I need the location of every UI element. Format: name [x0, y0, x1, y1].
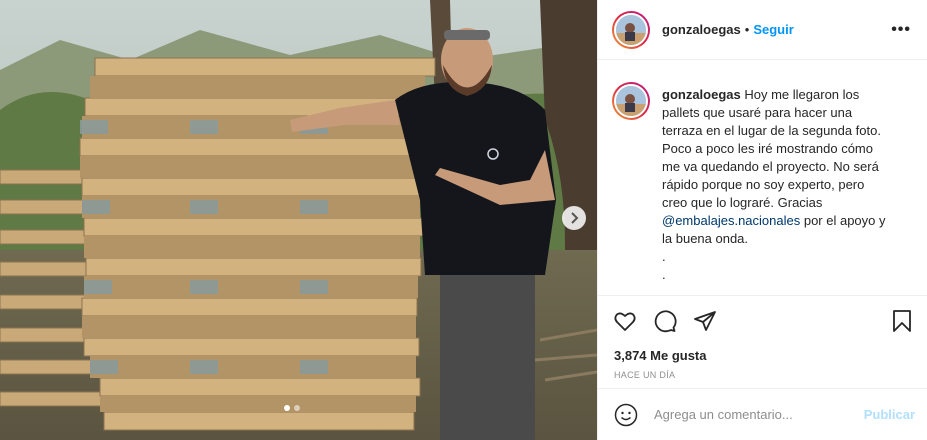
caption-line: Poco a poco les iré mostrando cómo [662, 141, 873, 156]
carousel-indicator [284, 405, 300, 411]
caption-line: Hoy me llegaron los [744, 87, 860, 102]
avatar-image [616, 86, 646, 116]
carousel-next-button[interactable] [562, 206, 586, 230]
post-caption: gonzaloegas Hoy me llegaron los pallets … [662, 86, 907, 295]
post-header: gonzaloegas • Seguir ••• [598, 0, 927, 60]
emoji-icon[interactable] [614, 403, 638, 427]
avatar-image [616, 14, 646, 45]
comment-input[interactable] [652, 406, 864, 423]
caption-line: rápido porque no soy experto, pero [662, 177, 865, 192]
publish-button[interactable]: Publicar [864, 407, 915, 422]
post-author-username[interactable]: gonzaloegas [662, 22, 741, 37]
caption-dot: . [662, 249, 666, 264]
carousel-dot [294, 405, 300, 411]
caption-line: creo que lo lograré. Gracias [662, 195, 823, 210]
caption-line: me va quedando el proyecto. No será [662, 159, 879, 174]
more-icon[interactable]: ••• [891, 21, 911, 39]
caption-line: pallets que usaré para hacer una [662, 105, 853, 120]
caption-dot: . [662, 267, 666, 282]
caption-mention-link[interactable]: @embalajes.nacionales [662, 213, 800, 228]
caption-line: terraza en el lugar de la segunda foto. [662, 123, 881, 138]
share-icon [694, 311, 716, 331]
caption-username[interactable]: gonzaloegas [662, 87, 741, 102]
likes-count[interactable]: 3,874 Me gusta [598, 346, 927, 366]
follow-button[interactable]: Seguir [753, 22, 793, 37]
post-side-panel: gonzaloegas • Seguir ••• gonzaloegas Hoy… [597, 0, 927, 440]
chevron-right-icon [571, 212, 579, 224]
share-button[interactable] [692, 308, 718, 334]
action-bar [598, 296, 927, 346]
bookmark-icon [893, 310, 911, 332]
separator-dot: • [744, 22, 750, 37]
heart-icon [614, 312, 636, 331]
comment-button[interactable] [652, 308, 678, 334]
like-button[interactable] [612, 308, 638, 334]
post-timestamp[interactable]: HACE UN DÍA [598, 366, 927, 388]
pallets-photo-illustration [0, 0, 597, 440]
avatar[interactable] [612, 82, 650, 120]
avatar[interactable] [612, 10, 650, 49]
caption-line: por el apoyo y [800, 213, 886, 228]
save-button[interactable] [889, 308, 915, 334]
caption-section: gonzaloegas Hoy me llegaron los pallets … [598, 60, 927, 296]
comment-form: Publicar [598, 388, 927, 440]
post-photo[interactable] [0, 0, 597, 440]
caption-line: la buena onda. [662, 231, 749, 246]
comment-icon [654, 310, 677, 333]
carousel-dot [284, 405, 290, 411]
